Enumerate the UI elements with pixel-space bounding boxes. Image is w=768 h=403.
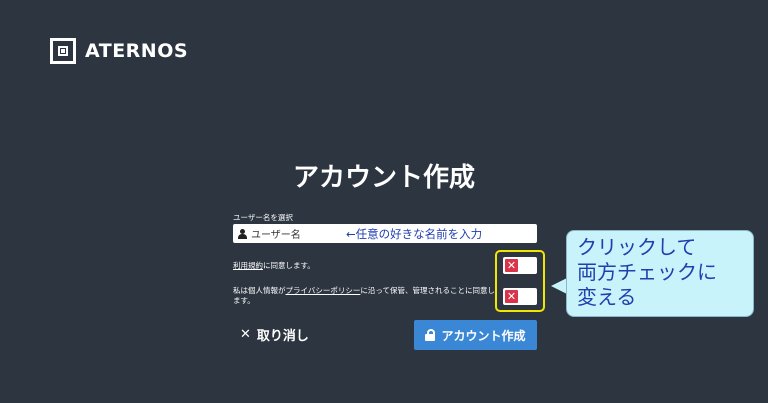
toggle-off-x-icon: ✕ (505, 290, 518, 303)
page-title: アカウント作成 (292, 163, 475, 193)
username-placeholder: ユーザー名 (251, 230, 301, 241)
lock-icon (425, 329, 436, 341)
username-label: ユーザー名を選択 (233, 213, 293, 222)
username-input[interactable]: ユーザー名 ←任意の好きな名前を入力 (233, 224, 537, 243)
privacy-agreement-text: 私は個人情報がプライバシーポリシーに沿って保管、管理されることに同意します。 (233, 286, 495, 306)
callout-line: クリックして (577, 235, 697, 259)
callout-line: 両方チェックに (577, 260, 717, 284)
callout-line: 変える (577, 285, 637, 309)
terms-toggle[interactable]: ✕ (503, 257, 537, 274)
user-icon (238, 228, 247, 239)
cancel-label: 取り消し (256, 329, 309, 344)
privacy-toggle[interactable]: ✕ (503, 288, 537, 305)
callout-pointer (551, 278, 567, 294)
brand-name: ATERNOS (85, 40, 189, 62)
cancel-button[interactable]: ✕ 取り消し (240, 325, 309, 344)
toggle-off-x-icon: ✕ (505, 259, 518, 272)
terms-link[interactable]: 利用規約 (233, 261, 263, 270)
terms-agreement-text: 利用規約に同意します。 (233, 261, 315, 271)
create-account-button[interactable]: アカウント作成 (414, 320, 537, 350)
username-hint-annotation: ←任意の好きな名前を入力 (346, 227, 483, 241)
instruction-callout: クリックして 両方チェックに 変える (566, 230, 754, 317)
close-icon: ✕ (240, 327, 251, 342)
brand-logo[interactable]: ATERNOS (50, 38, 188, 64)
privacy-prefix: 私は個人情報が (233, 286, 286, 295)
privacy-policy-link[interactable]: プライバシーポリシー (286, 286, 361, 295)
create-account-label: アカウント作成 (441, 328, 526, 343)
terms-text: に同意します。 (263, 261, 315, 270)
aternos-logo-icon (50, 38, 76, 64)
